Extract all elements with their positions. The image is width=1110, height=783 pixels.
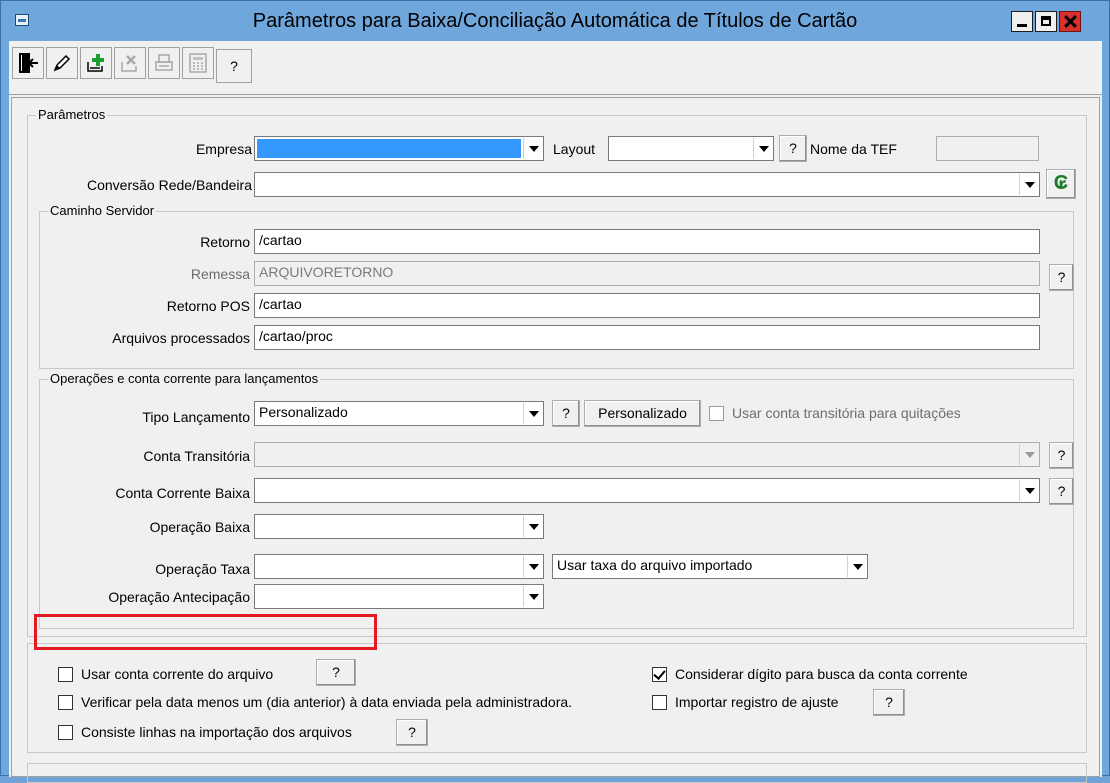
operacao-antecipacao-label: Operação Antecipação [108, 589, 250, 605]
importar-help-button[interactable]: ? [873, 689, 905, 716]
chevron-down-icon[interactable] [523, 586, 542, 607]
chevron-down-icon[interactable] [523, 516, 542, 537]
chevron-down-icon[interactable] [847, 556, 866, 577]
operacao-baixa-select[interactable] [254, 514, 544, 539]
caminho-servidor-title: Caminho Servidor [48, 203, 157, 219]
conta-corrente-select[interactable] [254, 478, 1040, 503]
edit-pencil-icon [53, 54, 71, 72]
retorno-label: Retorno [200, 234, 250, 250]
bottom-panel [27, 763, 1087, 783]
conversao-select[interactable] [254, 172, 1040, 197]
client-area: ? Parâmetros Empresa Layout ? Nome da TE… [9, 41, 1102, 783]
print-icon [155, 54, 173, 71]
delete-button[interactable] [114, 47, 146, 79]
operacoes-group: Operações e conta corrente para lançamen… [39, 371, 1074, 629]
usar-transitoria-label: Usar conta transitória para quitações [732, 405, 961, 421]
chevron-down-icon[interactable] [1019, 480, 1038, 501]
consiste-help-button[interactable]: ? [396, 719, 428, 746]
operacao-antecipacao-select[interactable] [254, 584, 544, 609]
consiste-linhas-checkbox[interactable] [58, 725, 73, 740]
title-bar[interactable]: Parâmetros para Baixa/Conciliação Automá… [1, 1, 1109, 41]
consiste-linhas-label: Consiste linhas na importação dos arquiv… [81, 724, 352, 740]
importar-ajuste-checkbox[interactable] [652, 695, 667, 710]
arquivos-processados-label: Arquivos processados [112, 330, 250, 346]
tipo-lancamento-label: Tipo Lançamento [142, 409, 250, 425]
arquivos-processados-field[interactable]: /cartao/proc [254, 325, 1040, 350]
calculator-icon [189, 53, 207, 73]
close-button[interactable] [1059, 11, 1081, 32]
conta-transitoria-help-button[interactable]: ? [1049, 442, 1074, 469]
layout-select[interactable] [608, 136, 774, 161]
retorno-field[interactable]: /cartao [254, 229, 1040, 254]
add-button[interactable] [80, 47, 112, 79]
considerar-digito-label: Considerar dígito para busca da conta co… [675, 666, 968, 682]
usar-conta-arquivo-label: Usar conta corrente do arquivo [81, 666, 274, 682]
toolbar: ? [9, 41, 1102, 95]
parametros-group: Parâmetros Empresa Layout ? Nome da TEF … [27, 107, 1087, 637]
taxa-source-select[interactable]: Usar taxa do arquivo importado [552, 554, 868, 579]
chevron-down-icon[interactable] [753, 138, 772, 159]
currency-refresh-icon: ₢ [1053, 172, 1069, 194]
retorno-pos-label: Retorno POS [166, 298, 250, 314]
help-button[interactable]: ? [216, 49, 252, 83]
delete-document-icon [121, 55, 137, 72]
remessa-help-button[interactable]: ? [1049, 264, 1074, 291]
empresa-select[interactable] [254, 136, 544, 161]
chevron-down-icon[interactable] [1019, 174, 1038, 195]
operacoes-title: Operações e conta corrente para lançamen… [48, 371, 321, 387]
form-panel: Parâmetros Empresa Layout ? Nome da TEF … [11, 97, 1100, 783]
options-group: Usar conta corrente do arquivo ? Conside… [27, 643, 1087, 753]
conta-transitoria-select[interactable] [254, 442, 1040, 467]
add-document-icon [87, 54, 104, 72]
verificar-data-checkbox[interactable] [58, 695, 73, 710]
chevron-down-icon[interactable] [1019, 444, 1038, 465]
importar-ajuste-label: Importar registro de ajuste [675, 694, 839, 710]
layout-label: Layout [553, 141, 596, 157]
nome-tef-label: Nome da TEF [810, 141, 897, 157]
exit-button[interactable] [12, 47, 44, 79]
usar-conta-help-button[interactable]: ? [316, 659, 356, 686]
layout-help-button[interactable]: ? [779, 135, 807, 162]
empresa-label: Empresa [195, 141, 252, 157]
usar-conta-arquivo-checkbox[interactable] [58, 667, 73, 682]
operacao-baixa-label: Operação Baixa [149, 519, 250, 535]
window-title: Parâmetros para Baixa/Conciliação Automá… [252, 10, 858, 32]
parametros-title: Parâmetros [36, 107, 108, 123]
operacao-taxa-label: Operação Taxa [155, 561, 250, 577]
exit-door-icon [19, 53, 38, 73]
verificar-data-label: Verificar pela data menos um (dia anteri… [81, 694, 573, 710]
print-button[interactable] [148, 47, 180, 79]
remessa-field[interactable]: ARQUIVORETORNO [254, 261, 1040, 286]
considerar-digito-checkbox[interactable] [652, 667, 667, 682]
nome-tef-field[interactable] [936, 136, 1039, 161]
annotation-highlight-box [34, 614, 377, 650]
caminho-servidor-group: Caminho Servidor Retorno /cartao Remessa… [39, 203, 1074, 369]
operacao-taxa-select[interactable] [254, 554, 544, 579]
calculator-button[interactable] [182, 47, 214, 79]
conversao-label: Conversão Rede/Bandeira [87, 177, 252, 193]
chevron-down-icon[interactable] [523, 403, 542, 424]
refresh-conversion-button[interactable]: ₢ [1046, 169, 1076, 199]
edit-button[interactable] [46, 47, 78, 79]
app-window: Parâmetros para Baixa/Conciliação Automá… [0, 0, 1110, 783]
remessa-label: Remessa [190, 266, 250, 282]
tipo-help-button[interactable]: ? [552, 400, 580, 427]
minimize-button[interactable] [1011, 11, 1033, 32]
chevron-down-icon[interactable] [523, 138, 542, 159]
usar-transitoria-checkbox[interactable] [709, 406, 724, 421]
chevron-down-icon[interactable] [523, 556, 542, 577]
conta-transitoria-label: Conta Transitória [143, 448, 250, 464]
personalizado-button[interactable]: Personalizado [584, 400, 701, 427]
retorno-pos-field[interactable]: /cartao [254, 293, 1040, 318]
empresa-selection-highlight [257, 139, 521, 158]
tipo-lancamento-select[interactable]: Personalizado [254, 401, 544, 426]
conta-corrente-label: Conta Corrente Baixa [115, 485, 250, 501]
maximize-button[interactable] [1035, 11, 1057, 32]
conta-corrente-help-button[interactable]: ? [1049, 478, 1074, 505]
